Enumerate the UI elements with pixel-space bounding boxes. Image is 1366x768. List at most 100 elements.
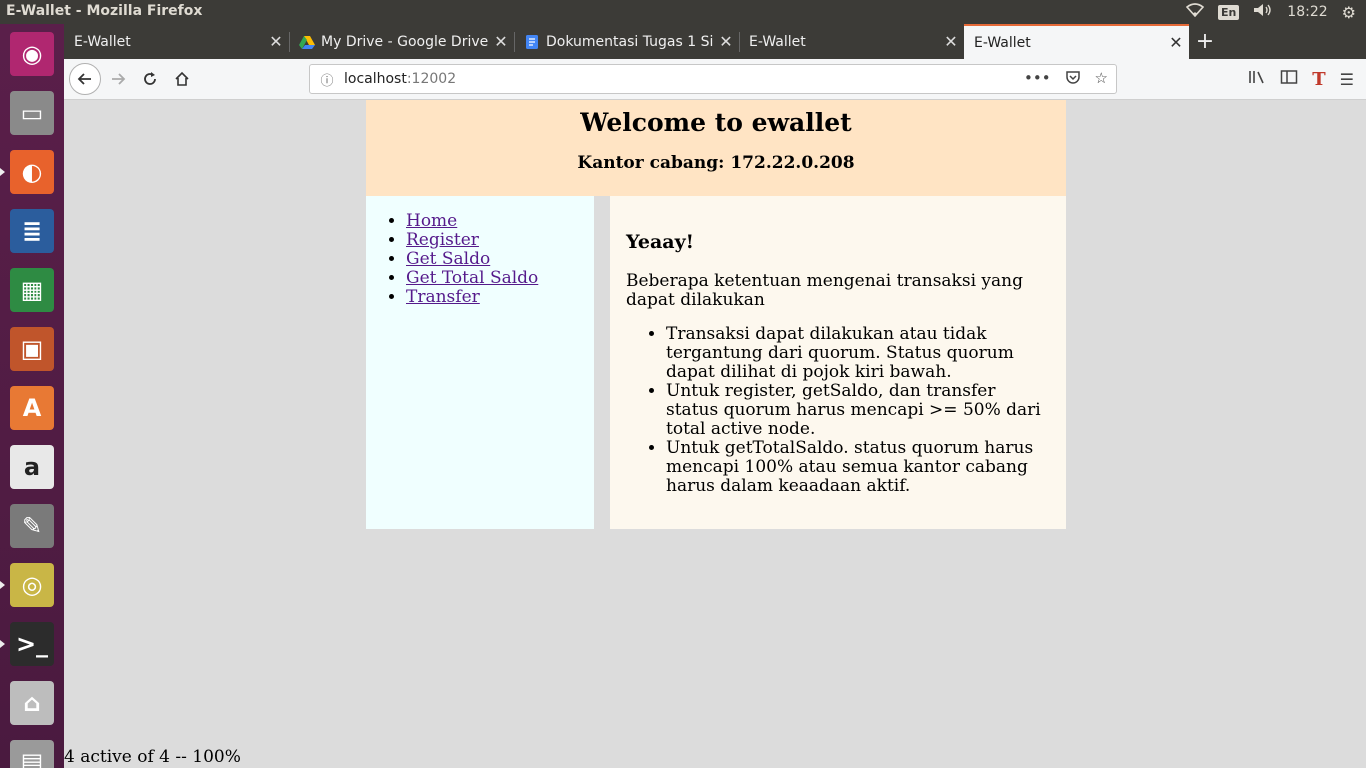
new-tab-button[interactable]: + bbox=[1190, 24, 1220, 59]
sidebar-toggle-icon[interactable] bbox=[1280, 69, 1298, 89]
launcher-amazon[interactable]: a bbox=[6, 441, 58, 493]
close-tab-icon[interactable]: ✕ bbox=[263, 32, 289, 51]
back-button[interactable] bbox=[69, 63, 101, 95]
launcher-disks[interactable]: ⌂ bbox=[6, 677, 58, 729]
close-tab-icon[interactable]: ✕ bbox=[488, 32, 514, 51]
site-info-icon[interactable]: ⓘ bbox=[310, 70, 344, 89]
nav-link-transfer[interactable]: Transfer bbox=[406, 287, 480, 307]
disks-icon: ⌂ bbox=[10, 681, 54, 725]
tab-title: My Drive - Google Drive bbox=[321, 33, 488, 50]
nav-item: Get Saldo bbox=[406, 250, 594, 269]
url-bar[interactable]: ⓘ localhost:12002 ••• ☆ bbox=[309, 64, 1117, 94]
tab-bar: E-Wallet ✕ My Drive - Google Drive ✕ Dokumen… bbox=[64, 24, 1366, 59]
page-title: Welcome to ewallet bbox=[580, 108, 852, 137]
launcher-calc[interactable]: ▦ bbox=[6, 264, 58, 316]
launcher-firefox[interactable]: ◐ bbox=[6, 146, 58, 198]
side-navigation: HomeRegisterGet SaldoGet Total SaldoTran… bbox=[366, 196, 594, 529]
software-icon: A bbox=[10, 386, 54, 430]
browser-tab[interactable]: E-Wallet ✕ bbox=[739, 24, 964, 59]
forward-button[interactable] bbox=[103, 64, 133, 94]
tab-title: E-Wallet bbox=[749, 33, 806, 50]
branch-office-label: Kantor cabang: 172.22.0.208 bbox=[577, 153, 855, 173]
content-heading: Yeaay! bbox=[626, 231, 695, 253]
browser-tab[interactable]: E-Wallet ✕ bbox=[64, 24, 289, 59]
rule-item: Untuk getTotalSaldo. status quorum harus… bbox=[666, 439, 1050, 496]
nav-item: Transfer bbox=[406, 288, 594, 307]
trash-icon: ▤ bbox=[10, 740, 54, 768]
tab-title: E-Wallet bbox=[74, 33, 131, 50]
page-actions-icon[interactable]: ••• bbox=[1024, 69, 1051, 89]
launcher-settings[interactable]: ✎ bbox=[6, 500, 58, 552]
nav-item: Home bbox=[406, 212, 594, 231]
tab-separator bbox=[514, 32, 515, 52]
url-host: localhost bbox=[344, 71, 407, 87]
tab-title: Dokumentasi Tugas 1 Si bbox=[546, 33, 713, 50]
running-indicator bbox=[0, 168, 5, 176]
rhythmbox-icon: ◎ bbox=[10, 563, 54, 607]
launcher-ubuntu-dash[interactable]: ◉ bbox=[6, 28, 58, 80]
drive-icon bbox=[299, 34, 315, 50]
firefox-icon: ◐ bbox=[10, 150, 54, 194]
nav-link-get-saldo[interactable]: Get Saldo bbox=[406, 249, 490, 269]
tab-title: E-Wallet bbox=[974, 34, 1031, 51]
system-top-panel: E-Wallet - Mozilla Firefox En 18:22 ⚙ bbox=[0, 0, 1366, 24]
calc-icon: ▦ bbox=[10, 268, 54, 312]
launcher-trash[interactable]: ▤ bbox=[6, 736, 58, 768]
back-arrow-icon bbox=[77, 73, 91, 85]
toolbar-right: T ☰ bbox=[1248, 59, 1366, 99]
url-actions: ••• ☆ bbox=[1024, 69, 1108, 89]
forward-arrow-icon bbox=[112, 73, 126, 85]
library-icon[interactable] bbox=[1248, 69, 1266, 89]
writer-icon: ≣ bbox=[10, 209, 54, 253]
close-tab-icon[interactable]: ✕ bbox=[938, 32, 964, 51]
reload-icon bbox=[144, 72, 156, 85]
launcher-terminal[interactable]: >_ bbox=[6, 618, 58, 670]
launcher-files[interactable]: ▭ bbox=[6, 87, 58, 139]
nav-list: HomeRegisterGet SaldoGet Total SaldoTran… bbox=[366, 212, 594, 307]
nav-item: Get Total Saldo bbox=[406, 269, 594, 288]
rule-item: Untuk register, getSaldo, dan transfer s… bbox=[666, 382, 1050, 439]
wifi-icon[interactable] bbox=[1185, 3, 1205, 21]
quorum-status: 4 active of 4 -- 100% bbox=[64, 747, 241, 767]
url-port: :12002 bbox=[406, 71, 457, 87]
docs-icon bbox=[524, 34, 540, 50]
bookmark-star-icon[interactable]: ☆ bbox=[1095, 69, 1108, 89]
terminal-icon: >_ bbox=[10, 622, 54, 666]
nav-link-get-total-saldo[interactable]: Get Total Saldo bbox=[406, 268, 538, 288]
browser-tab[interactable]: E-Wallet ✕ bbox=[964, 24, 1189, 59]
launcher-software[interactable]: A bbox=[6, 382, 58, 434]
menu-hamburger-icon[interactable]: ☰ bbox=[1340, 70, 1354, 89]
nav-item: Register bbox=[406, 231, 594, 250]
tab-separator bbox=[739, 32, 740, 52]
nav-link-home[interactable]: Home bbox=[406, 211, 457, 231]
running-indicator bbox=[0, 640, 5, 648]
running-indicator bbox=[0, 581, 5, 589]
browser-tab[interactable]: Dokumentasi Tugas 1 Si ✕ bbox=[514, 24, 739, 59]
nav-link-register[interactable]: Register bbox=[406, 230, 479, 250]
window-title: E-Wallet - Mozilla Firefox bbox=[6, 3, 203, 19]
home-button[interactable] bbox=[167, 64, 197, 94]
main-content: Yeaay! Beberapa ketentuan mengenai trans… bbox=[610, 196, 1066, 529]
impress-icon: ▣ bbox=[10, 327, 54, 371]
amazon-icon: a bbox=[10, 445, 54, 489]
gear-icon[interactable]: ⚙ bbox=[1342, 3, 1356, 22]
clock[interactable]: 18:22 bbox=[1287, 4, 1327, 20]
tab-separator bbox=[289, 32, 290, 52]
close-tab-icon[interactable]: ✕ bbox=[1163, 33, 1189, 52]
browser-tab[interactable]: My Drive - Google Drive ✕ bbox=[289, 24, 514, 59]
pocket-icon[interactable] bbox=[1065, 69, 1081, 89]
volume-icon[interactable] bbox=[1253, 3, 1273, 21]
ubuntu-dash-icon: ◉ bbox=[10, 32, 54, 76]
keyboard-language-indicator[interactable]: En bbox=[1217, 4, 1240, 20]
close-tab-icon[interactable]: ✕ bbox=[713, 32, 739, 51]
content-intro: Beberapa ketentuan mengenai transaksi ya… bbox=[626, 271, 1023, 310]
extension-t-icon[interactable]: T bbox=[1312, 69, 1325, 90]
reload-button[interactable] bbox=[135, 64, 165, 94]
files-icon: ▭ bbox=[10, 91, 54, 135]
launcher-rhythmbox[interactable]: ◎ bbox=[6, 559, 58, 611]
launcher-writer[interactable]: ≣ bbox=[6, 205, 58, 257]
launcher-impress[interactable]: ▣ bbox=[6, 323, 58, 375]
unity-launcher: ◉ ▭ ◐ ≣ ▦ ▣ Aa ✎ ◎ >_ ⌂ ▤ bbox=[0, 24, 64, 768]
settings-icon: ✎ bbox=[10, 504, 54, 548]
navigation-toolbar: ⓘ localhost:12002 ••• ☆ T ☰ bbox=[64, 59, 1366, 100]
